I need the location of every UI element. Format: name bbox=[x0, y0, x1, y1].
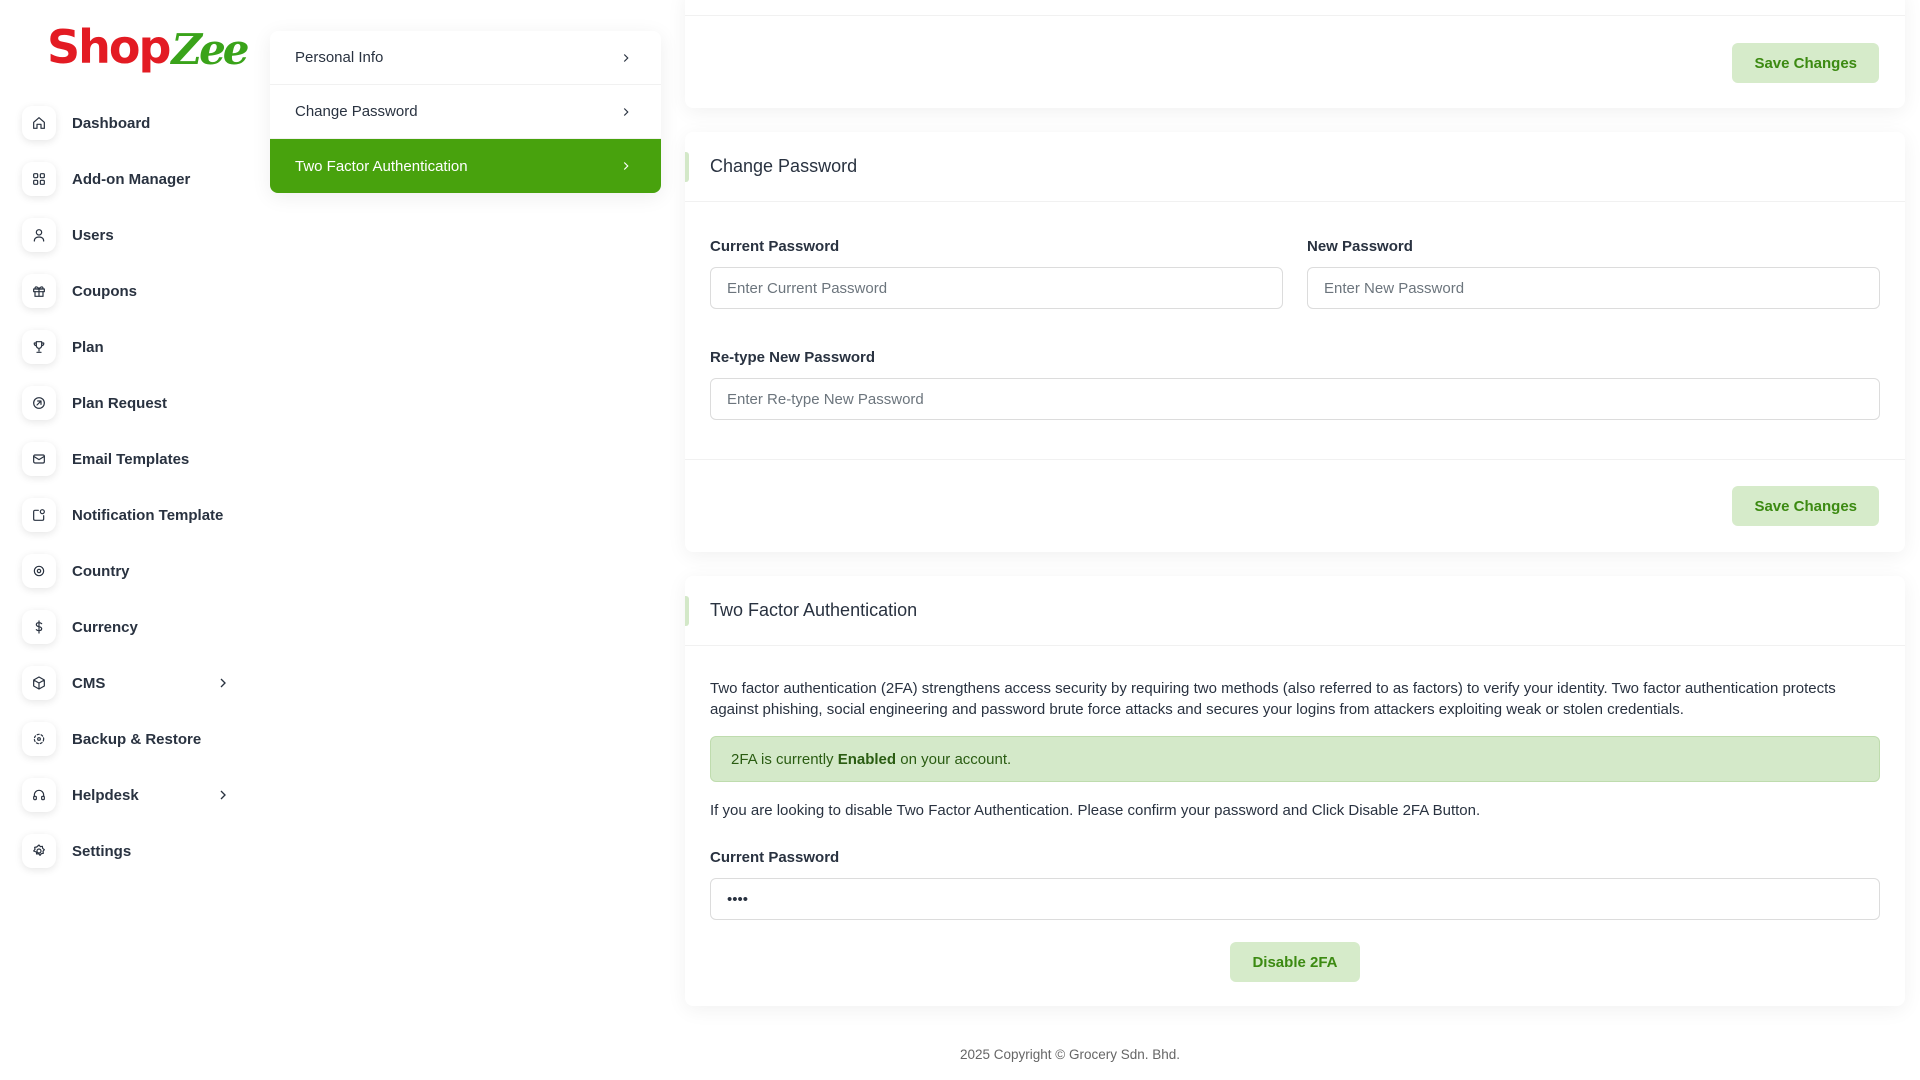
chevron-right-icon bbox=[623, 162, 629, 170]
tfa-current-password-label: Current Password bbox=[710, 849, 840, 866]
two-factor-status-alert: 2FA is currently Enabled on your account… bbox=[710, 736, 1880, 782]
gift-icon bbox=[22, 274, 56, 308]
logo-shop-text: Shop bbox=[47, 20, 171, 74]
new-password-label: New Password bbox=[1307, 238, 1413, 255]
sidebar-item-label: Dashboard bbox=[72, 114, 151, 132]
logo-zee-text: Zee bbox=[171, 25, 249, 74]
current-password-input[interactable] bbox=[710, 267, 1283, 309]
sidebar-nav: Dashboard Add-on Manager Users Coupons P… bbox=[22, 95, 237, 879]
sidebar-item-settings[interactable]: Settings bbox=[22, 823, 237, 879]
chevron-right-icon bbox=[623, 53, 629, 62]
change-password-card: Change Password Current Password New Pas… bbox=[685, 132, 1905, 552]
sidebar-item-label: Coupons bbox=[72, 282, 137, 300]
grid-icon bbox=[22, 162, 56, 196]
sidebar-item-label: Plan bbox=[72, 338, 104, 356]
dollar-icon bbox=[22, 610, 56, 644]
status-prefix: 2FA is currently bbox=[731, 750, 834, 768]
sidebar-item-label: Add-on Manager bbox=[72, 170, 191, 188]
sidebar-item-dashboard[interactable]: Dashboard bbox=[22, 95, 237, 151]
card-divider bbox=[685, 15, 1905, 16]
sidebar-item-coupons[interactable]: Coupons bbox=[22, 263, 237, 319]
target-icon bbox=[22, 554, 56, 588]
settings-menu-label: Two Factor Authentication bbox=[295, 157, 468, 175]
trophy-icon bbox=[22, 330, 56, 364]
sidebar-item-backup-restore[interactable]: Backup & Restore bbox=[22, 711, 237, 767]
arrow-circle-icon bbox=[22, 386, 56, 420]
save-changes-button[interactable]: Save Changes bbox=[1732, 43, 1879, 83]
sidebar: Shop Zee Dashboard Add-on Manager Users C… bbox=[0, 0, 255, 1080]
two-factor-disable-note: If you are looking to disable Two Factor… bbox=[710, 802, 1481, 819]
sidebar-item-addon-manager[interactable]: Add-on Manager bbox=[22, 151, 237, 207]
gear-icon bbox=[22, 834, 56, 868]
backup-icon bbox=[22, 722, 56, 756]
headset-icon bbox=[22, 778, 56, 812]
sidebar-item-notification-template[interactable]: Notification Template bbox=[22, 487, 237, 543]
change-password-form: Current Password New Password Re-type Ne… bbox=[710, 238, 1880, 420]
disable-2fa-button[interactable]: Disable 2FA bbox=[1230, 942, 1360, 982]
save-changes-button[interactable]: Save Changes bbox=[1732, 486, 1879, 526]
retype-password-label: Re-type New Password bbox=[710, 349, 876, 366]
sidebar-item-email-templates[interactable]: Email Templates bbox=[22, 431, 237, 487]
home-icon bbox=[22, 106, 56, 140]
two-factor-description: Two factor authentication (2FA) strength… bbox=[710, 680, 1836, 718]
current-password-label: Current Password bbox=[710, 238, 840, 255]
sidebar-item-currency[interactable]: Currency bbox=[22, 599, 237, 655]
settings-menu-personal-info[interactable]: Personal Info bbox=[270, 31, 661, 85]
tfa-current-password-input[interactable] bbox=[710, 878, 1880, 920]
status-suffix: on your account. bbox=[900, 750, 1012, 768]
chevron-right-icon bbox=[623, 107, 629, 116]
sidebar-item-label: Email Templates bbox=[72, 450, 190, 468]
sidebar-item-plan-request[interactable]: Plan Request bbox=[22, 375, 237, 431]
chevron-right-icon bbox=[215, 675, 231, 691]
sidebar-item-plan[interactable]: Plan bbox=[22, 319, 237, 375]
sidebar-item-label: Settings bbox=[72, 842, 132, 860]
sidebar-item-label: Backup & Restore bbox=[72, 730, 202, 748]
sidebar-item-users[interactable]: Users bbox=[22, 207, 237, 263]
copyright-footer: 2025 Copyright © Grocery Sdn. Bhd. bbox=[959, 1047, 1181, 1062]
sidebar-item-label: Country bbox=[72, 562, 130, 580]
sidebar-item-label: Notification Template bbox=[72, 506, 224, 524]
mail-icon bbox=[22, 442, 56, 476]
sidebar-item-cms[interactable]: CMS bbox=[22, 655, 237, 711]
sidebar-item-label: Currency bbox=[72, 618, 138, 636]
sidebar-item-label: CMS bbox=[72, 674, 106, 692]
new-password-input[interactable] bbox=[1307, 267, 1880, 309]
settings-menu-label: Personal Info bbox=[295, 49, 384, 66]
sidebar-item-label: Users bbox=[72, 226, 114, 244]
sidebar-item-helpdesk[interactable]: Helpdesk bbox=[22, 767, 237, 823]
user-icon bbox=[22, 218, 56, 252]
settings-menu: Personal Info Change Password Two Factor… bbox=[270, 31, 661, 193]
sidebar-item-label: Helpdesk bbox=[72, 786, 139, 804]
two-factor-body: Two factor authentication (2FA) strength… bbox=[710, 678, 1880, 982]
brand-logo[interactable]: Shop Zee bbox=[47, 18, 250, 74]
settings-menu-change-password[interactable]: Change Password bbox=[270, 85, 661, 139]
status-value: Enabled bbox=[837, 750, 897, 768]
two-factor-title: Two Factor Authentication bbox=[685, 576, 1905, 646]
settings-menu-two-factor-authentication[interactable]: Two Factor Authentication bbox=[270, 139, 661, 193]
sidebar-item-country[interactable]: Country bbox=[22, 543, 237, 599]
chevron-right-icon bbox=[215, 787, 231, 803]
personal-info-card: Save Changes bbox=[685, 0, 1905, 108]
sidebar-item-label: Plan Request bbox=[72, 394, 168, 412]
retype-password-input[interactable] bbox=[710, 378, 1880, 420]
settings-menu-label: Change Password bbox=[295, 103, 418, 120]
card-divider bbox=[685, 459, 1905, 460]
two-factor-card: Two Factor Authentication Two factor aut… bbox=[685, 576, 1905, 1006]
box-icon bbox=[22, 666, 56, 700]
notification-icon bbox=[22, 498, 56, 532]
change-password-title: Change Password bbox=[685, 132, 1905, 202]
